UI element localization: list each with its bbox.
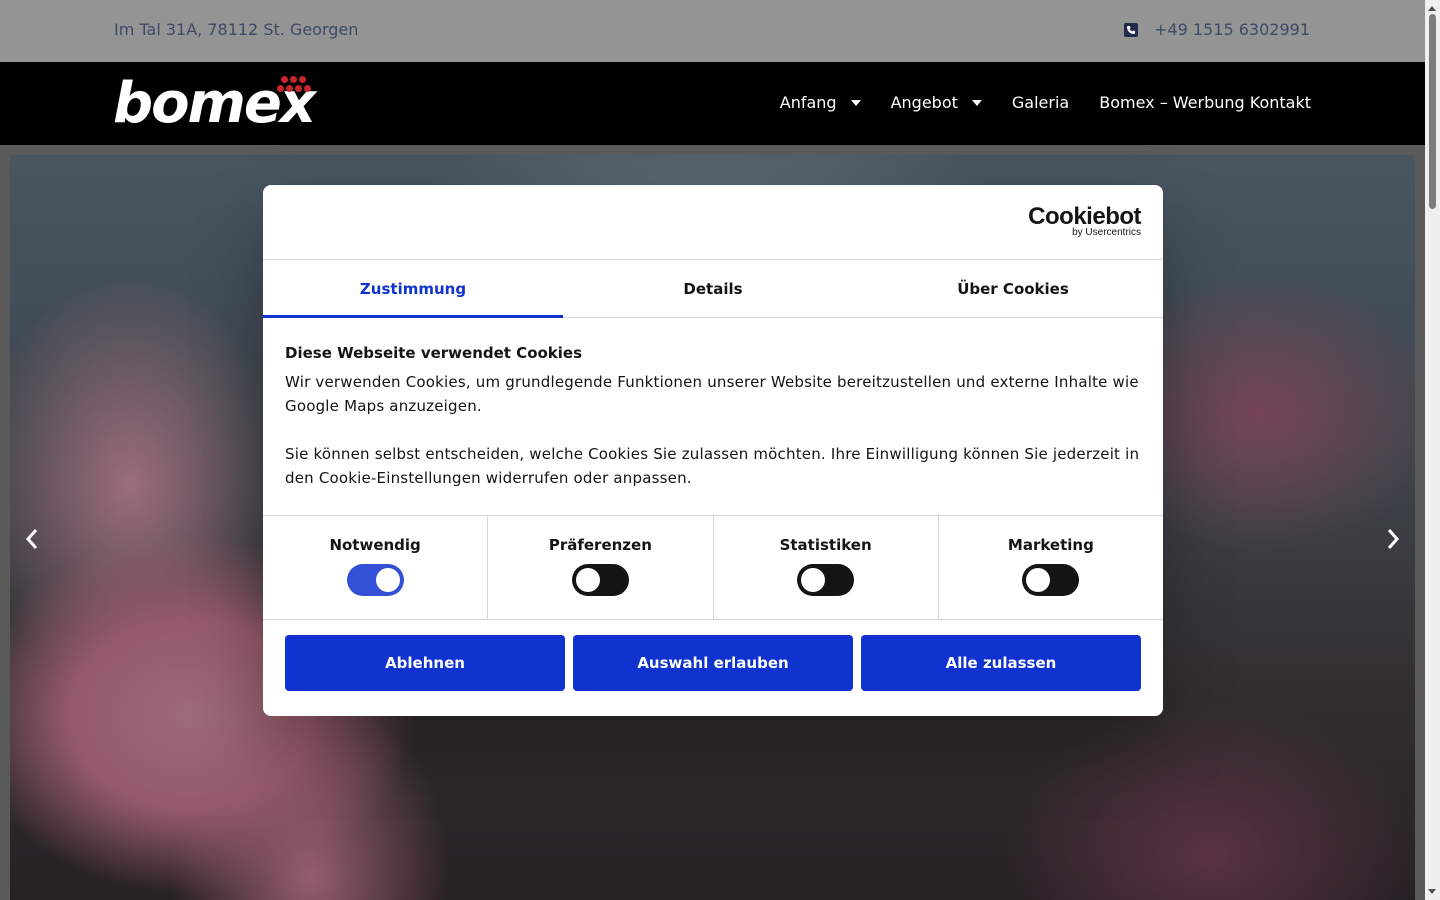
caret-down-icon (971, 99, 982, 106)
scroll-thumb[interactable] (1429, 14, 1436, 209)
toggle-knob (375, 568, 400, 592)
toggle-knob (801, 568, 826, 592)
scroll-down-arrow-icon[interactable] (1428, 889, 1436, 894)
caret-down-icon (850, 99, 861, 106)
phone-contact[interactable]: +49 1515 6302991 (1124, 20, 1310, 39)
nav-item-galeria[interactable]: Galeria (1012, 93, 1069, 112)
nav-label: Anfang (779, 93, 837, 112)
category-notwendig: Notwendig (263, 516, 489, 619)
phone-number[interactable]: +49 1515 6302991 (1154, 20, 1310, 39)
cookie-consent-dialog: Cookiebot by Usercentrics Zustimmung Det… (263, 185, 1163, 716)
bomex-logo[interactable]: bomex (113, 72, 316, 136)
dialog-body: Diese Webseite verwendet Cookies Wir ver… (263, 318, 1163, 516)
logo-dots (275, 76, 311, 96)
toggle-knob (575, 568, 600, 592)
toggle-statistiken[interactable] (797, 564, 855, 596)
dialog-description: Wir verwenden Cookies, um grundlegende F… (285, 370, 1141, 490)
site-header: bomex Anfang Angebot Galeria Bomex – Wer… (0, 62, 1425, 145)
dialog-header: Cookiebot by Usercentrics (263, 185, 1163, 260)
phone-icon (1124, 22, 1139, 37)
category-label: Präferenzen (548, 536, 652, 554)
toggle-knob (1026, 568, 1051, 592)
scroll-up-arrow-icon[interactable] (1428, 6, 1436, 11)
nav-item-anfang[interactable]: Anfang (780, 93, 861, 112)
category-label: Statistiken (779, 536, 872, 554)
category-marketing: Marketing (939, 516, 1163, 619)
description-paragraph-2: Sie können selbst entscheiden, welche Co… (285, 445, 1140, 487)
category-praeferenzen: Präferenzen (488, 516, 714, 619)
cookiebot-brand: Cookiebot (1028, 203, 1141, 230)
nav-label: Bomex – Werbung Kontakt (1099, 93, 1311, 112)
dialog-tabs: Zustimmung Details Über Cookies (263, 260, 1163, 318)
nav-label: Galeria (1011, 93, 1070, 112)
hero-frame-right (1415, 145, 1425, 900)
chevron-right-icon[interactable] (1383, 527, 1403, 551)
hero-frame-left (0, 145, 10, 900)
chevron-left-icon[interactable] (22, 527, 42, 551)
toggle-praeferenzen[interactable] (571, 564, 629, 596)
nav-item-kontakt[interactable]: Bomex – Werbung Kontakt (1099, 93, 1311, 112)
address-text: Im Tal 31A, 78112 St. Georgen (114, 20, 359, 39)
page-scrollbar[interactable] (1425, 0, 1440, 900)
hero-frame-top (0, 145, 1425, 155)
tab-zustimmung[interactable]: Zustimmung (263, 260, 563, 318)
cookiebot-logo: Cookiebot by Usercentrics (1028, 205, 1141, 238)
top-info-bar: Im Tal 31A, 78112 St. Georgen +49 1515 6… (0, 0, 1425, 62)
category-label: Notwendig (329, 536, 421, 554)
allow-selection-button[interactable]: Auswahl erlauben (573, 635, 853, 691)
toggle-notwendig[interactable] (346, 564, 404, 596)
dialog-title: Diese Webseite verwendet Cookies (285, 344, 583, 362)
nav-label: Angebot (890, 93, 958, 112)
decline-button[interactable]: Ablehnen (285, 635, 565, 691)
dialog-actions: Ablehnen Auswahl erlauben Alle zulassen (263, 620, 1163, 691)
tab-ueber-cookies[interactable]: Über Cookies (863, 260, 1163, 317)
description-paragraph-1: Wir verwenden Cookies, um grundlegende F… (285, 373, 1139, 415)
category-label: Marketing (1007, 536, 1094, 554)
nav-item-angebot[interactable]: Angebot (891, 93, 982, 112)
main-nav: Anfang Angebot Galeria Bomex – Werbung K… (780, 93, 1311, 112)
tab-details[interactable]: Details (563, 260, 863, 317)
allow-all-button[interactable]: Alle zulassen (861, 635, 1141, 691)
toggle-marketing[interactable] (1022, 564, 1080, 596)
cookie-category-toggles: Notwendig Präferenzen Statistiken Market… (263, 516, 1163, 620)
category-statistiken: Statistiken (714, 516, 939, 619)
